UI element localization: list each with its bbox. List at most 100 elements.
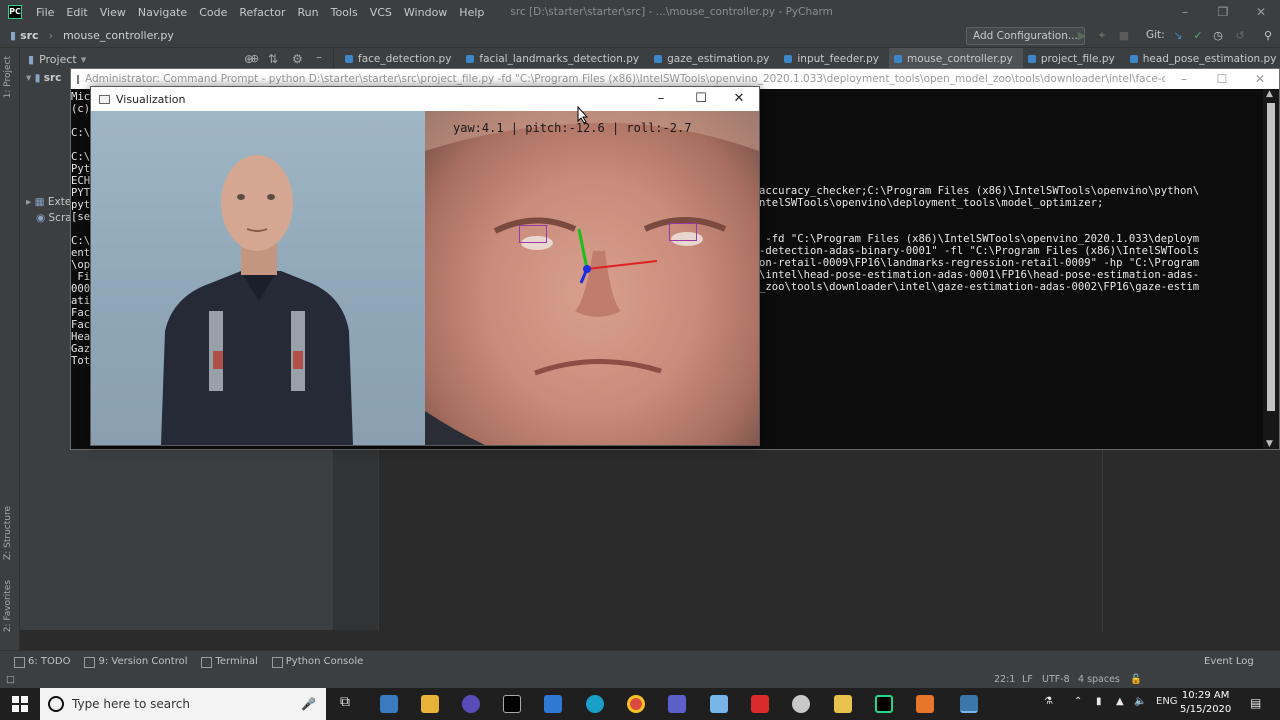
eclipse-icon[interactable] — [462, 695, 480, 713]
cmd-close-icon[interactable]: ✕ — [1241, 69, 1279, 89]
control-panel-icon[interactable] — [380, 695, 398, 713]
project-panel-title[interactable]: Project — [39, 53, 77, 66]
clock-date: 5/15/2020 — [1180, 704, 1232, 715]
notes-icon[interactable] — [710, 695, 728, 713]
status-toggle-icon[interactable]: □ — [6, 674, 15, 685]
input-language[interactable]: ENG — [1156, 696, 1178, 707]
viz-close-icon[interactable]: ✕ — [719, 87, 759, 111]
locate-file-icon[interactable]: ⊕ — [244, 52, 254, 66]
cmd-scroll-thumb[interactable] — [1267, 103, 1275, 411]
expand-arrow-icon: ▾ — [26, 72, 32, 84]
editor-tab[interactable]: gaze_estimation.py — [649, 48, 779, 70]
clock-time: 10:29 AM — [1181, 690, 1230, 701]
viz-maximize-icon[interactable]: ☐ — [681, 87, 721, 111]
menu-view[interactable]: View — [96, 6, 134, 19]
terminal-tool-button[interactable]: Terminal — [201, 656, 258, 668]
collapse-all-icon[interactable]: ⇅ — [268, 52, 278, 66]
debug-icon[interactable]: ✦ — [1096, 30, 1108, 42]
ide-restore-icon[interactable]: ❐ — [1204, 0, 1242, 24]
python-taskbar-icon[interactable] — [960, 695, 978, 713]
git-commit-icon[interactable]: ✓ — [1192, 30, 1204, 42]
people-icon[interactable]: ⚗ — [1044, 696, 1053, 707]
tray-chevron-icon[interactable]: ⌃ — [1074, 696, 1082, 707]
menu-window[interactable]: Window — [400, 6, 455, 19]
menu-file[interactable]: File — [32, 6, 62, 19]
todo-tool-button[interactable]: 6: TODO — [14, 656, 70, 668]
microphone-icon[interactable]: 🎤 — [301, 697, 316, 711]
chrome-icon[interactable] — [627, 695, 645, 713]
indent-setting[interactable]: 4 spaces — [1078, 674, 1120, 685]
gear-icon[interactable]: ⚙ — [292, 52, 303, 66]
breadcrumb-src[interactable]: src — [20, 29, 39, 42]
python-file-icon — [893, 55, 902, 63]
hide-panel-icon[interactable]: – — [316, 50, 322, 64]
mail-icon[interactable] — [544, 695, 562, 713]
run-icon[interactable]: ▶ — [1076, 30, 1088, 42]
add-configuration-button[interactable]: Add Configuration... — [966, 27, 1085, 45]
file-encoding[interactable]: UTF-8 — [1042, 674, 1070, 685]
menu-vcs[interactable]: VCS — [366, 6, 400, 19]
editor-tab[interactable]: face_detection.py — [340, 48, 461, 70]
python-console-tool-button[interactable]: Python Console — [271, 656, 363, 668]
recorder-icon[interactable] — [916, 695, 934, 713]
menu-help[interactable]: Help — [455, 6, 492, 19]
editor-tabs: face_detection.py facial_landmarks_detect… — [340, 48, 1280, 70]
task-view-icon[interactable]: ⧉ — [340, 694, 350, 710]
teams-icon[interactable] — [668, 695, 686, 713]
menu-edit[interactable]: Edit — [62, 6, 95, 19]
event-log-button[interactable]: Event Log — [1204, 656, 1254, 667]
chevron-down-icon[interactable]: ▾ — [81, 53, 87, 66]
file-explorer-icon[interactable] — [421, 695, 439, 713]
menu-code[interactable]: Code — [195, 6, 235, 19]
app-icon-generic[interactable] — [792, 695, 810, 713]
cmd-taskbar-icon[interactable] — [503, 695, 521, 713]
editor-tab[interactable]: mouse_controller.py — [888, 48, 1023, 70]
pycharm-taskbar-icon[interactable] — [875, 695, 893, 713]
project-tool-button[interactable]: 1: Project — [3, 56, 13, 98]
menu-navigate[interactable]: Navigate — [134, 6, 195, 19]
network-icon[interactable]: ▲ — [1116, 696, 1124, 707]
line-separator[interactable]: LF — [1022, 674, 1033, 685]
volume-icon[interactable]: 🔈 — [1134, 696, 1146, 707]
search-everywhere-icon[interactable]: ⚲ — [1262, 30, 1274, 42]
caret-position[interactable]: 22:1 — [994, 674, 1015, 685]
viz-minimize-icon[interactable]: – — [641, 87, 681, 111]
scroll-up-icon[interactable]: ▲ — [1266, 89, 1273, 99]
system-clock[interactable]: 10:29 AM 5/15/2020 — [1180, 689, 1231, 717]
cmd-minimize-icon[interactable]: – — [1165, 69, 1203, 89]
history-icon[interactable]: ◷ — [1212, 30, 1224, 42]
menu-run[interactable]: Run — [294, 6, 327, 19]
acrobat-icon[interactable] — [751, 695, 769, 713]
git-gui-icon[interactable] — [834, 695, 852, 713]
breadcrumb-file[interactable]: mouse_controller.py — [63, 29, 174, 42]
menu-tools[interactable]: Tools — [327, 6, 366, 19]
editor-gutter — [334, 448, 378, 630]
tool-window-bar: 6: TODO 9: Version Control Terminal Pyth… — [0, 650, 1280, 672]
library-icon: ▦ — [34, 196, 45, 208]
taskbar-search-box[interactable]: Type here to search 🎤 — [40, 688, 326, 720]
notifications-icon[interactable]: ▤ — [1250, 696, 1261, 710]
rollback-icon[interactable]: ↺ — [1234, 30, 1246, 42]
battery-icon[interactable]: ▮ — [1096, 696, 1102, 707]
stop-icon[interactable]: ■ — [1118, 30, 1130, 42]
cmd-maximize-icon[interactable]: ☐ — [1203, 69, 1241, 89]
favorites-tool-button[interactable]: 2: Favorites — [3, 580, 13, 632]
ide-close-icon[interactable]: ✕ — [1242, 0, 1280, 24]
menu-refactor[interactable]: Refactor — [235, 6, 293, 19]
structure-tool-button[interactable]: Z: Structure — [3, 506, 13, 560]
tree-item-label: Exte — [47, 196, 72, 208]
edge-icon[interactable] — [586, 695, 604, 713]
scroll-down-icon[interactable]: ▼ — [1266, 439, 1273, 449]
git-update-icon[interactable]: ↘ — [1172, 30, 1184, 42]
start-button[interactable] — [0, 688, 40, 720]
windows-logo-icon — [12, 696, 28, 712]
version-control-tool-button[interactable]: 9: Version Control — [84, 656, 187, 668]
editor-tab[interactable]: facial_landmarks_detection.py — [461, 48, 649, 70]
cmd-scrollbar[interactable]: ▲ ▼ — [1263, 89, 1279, 449]
ide-minimize-icon[interactable]: – — [1166, 0, 1204, 24]
pose-axis-x — [586, 260, 658, 270]
editor-tab[interactable]: head_pose_estimation.py — [1125, 48, 1280, 70]
editor-tab[interactable]: input_feeder.py — [779, 48, 889, 70]
editor-tab[interactable]: project_file.py — [1023, 48, 1125, 70]
lock-icon[interactable]: 🔓 — [1130, 674, 1142, 685]
